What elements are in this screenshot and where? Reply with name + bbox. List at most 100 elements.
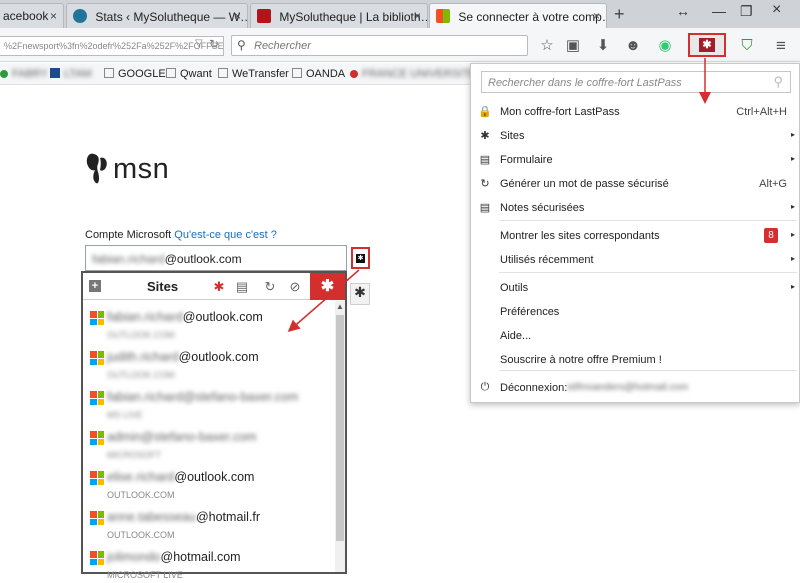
lastpass-menu-item[interactable]: ▤ Notes sécurisées ▸ (471, 198, 800, 220)
never-tab-icon[interactable]: ⊘ (286, 278, 304, 296)
tab-stats[interactable]: Stats ‹ MySolutheque — W… × (66, 3, 248, 28)
hamburger-menu-icon[interactable]: ≡ (771, 36, 791, 56)
close-tab-icon[interactable]: × (593, 9, 600, 23)
lastpass-vault-search-input[interactable]: Rechercher dans le coffre-fort LastPass … (481, 71, 791, 93)
submenu-arrow-icon: ▸ (790, 230, 795, 239)
grammarly-icon[interactable]: ◉ (655, 36, 675, 56)
site-list-item[interactable]: anne.tabesseau@hotmail.fr OUTLOOK.COM (83, 503, 333, 543)
search-placeholder: Rechercher (254, 40, 311, 52)
close-window-button[interactable]: × (772, 1, 781, 19)
reload-icon[interactable]: ↻ (209, 37, 219, 51)
account-email-field[interactable]: fabian.richard@outlook.com (85, 245, 347, 271)
lastpass-menu-item[interactable]: ✱ Sites ▸ (471, 126, 800, 148)
lastpass-menu-item[interactable]: ▤ Formulaire ▸ (471, 150, 800, 172)
lastpass-menu-item[interactable]: Préférences (471, 302, 800, 324)
lastpass-icon: ✱ (699, 38, 715, 52)
site-list-item[interactable]: elise.richard@outlook.com OUTLOOK.COM (83, 463, 333, 503)
menu-item-label: Utilisés récemment (500, 254, 594, 266)
scrollbar-thumb[interactable] (336, 315, 344, 541)
lastpass-toolbar-button[interactable]: ✱ (688, 33, 726, 57)
lastpass-sites-panel: + Sites ✱ ▤ ↻ ⊘ ✱ ▲ fabian.richard@outlo… (81, 271, 347, 580)
site-username: fabian.richard@stefano-baxer.com (107, 390, 299, 404)
bookmark-item[interactable]: WeTransfer (218, 68, 289, 80)
bookmark-item[interactable]: GOOGLE (104, 68, 166, 80)
new-tab-button[interactable]: + (614, 4, 625, 25)
site-list-item[interactable]: judith.richard@outlook.com OUTLOOK.COM (83, 343, 333, 383)
menu-item-label: Montrer les sites correspondants (500, 230, 660, 242)
site-list-item[interactable]: fabian.richard@stefano-baxer.com MS LIVE (83, 383, 333, 423)
bookmark-item[interactable]: OANDA (292, 68, 345, 80)
submenu-arrow-icon: ▸ (790, 130, 795, 139)
reading-list-icon[interactable]: ▣ (563, 36, 583, 56)
lastpass-menu-item[interactable]: Utilisés récemment ▸ (471, 250, 800, 272)
download-icon[interactable]: ⬇ (593, 36, 613, 56)
site-list-item[interactable]: jolimondo@hotmail.com MICROSOFT LIVE (83, 543, 333, 583)
submenu-arrow-icon: ▸ (790, 202, 795, 211)
maximize-button[interactable]: ❐ (740, 3, 753, 20)
menu-item-label: Formulaire (500, 154, 553, 166)
lastpass-menu-item[interactable]: Souscrire à notre offre Premium ! (471, 350, 800, 372)
add-site-button[interactable]: + (89, 280, 101, 292)
msn-logo-text: msn (113, 153, 170, 185)
lock-icon: 🔒 (478, 106, 492, 118)
logged-in-email: stifmoanders@hotmail.com (567, 382, 689, 393)
menu-separator (499, 220, 797, 221)
tab-label: Se connecter à votre comp… (458, 10, 607, 24)
vault-search-placeholder: Rechercher dans le coffre-fort LastPass (488, 77, 682, 89)
tab-microsoft-login[interactable]: Se connecter à votre comp… × (429, 3, 607, 28)
close-tab-icon[interactable]: × (50, 9, 57, 23)
shield-icon[interactable]: ⛉ (737, 36, 757, 56)
site-name: MS LIVE (107, 410, 143, 420)
menu-separator (499, 272, 797, 273)
microsoft-icon (90, 311, 104, 325)
close-tab-icon[interactable]: × (234, 9, 241, 23)
url-bar[interactable]: %2Fnewsport%3fn%2odefr%252Fa%252F%2FOFFS… (0, 36, 224, 56)
microsoft-icon (90, 351, 104, 365)
menu-item-label: Générer un mot de passe sécurisé (500, 178, 669, 190)
bookmark-item[interactable]: Qwant (166, 68, 212, 80)
search-input[interactable]: ⚲ Rechercher (231, 35, 528, 56)
scroll-up-icon[interactable]: ▲ (336, 302, 344, 311)
generate-password-icon: ↻ (480, 178, 490, 190)
site-name: OUTLOOK.COM (107, 370, 175, 380)
bookmark-item[interactable]: LTAM (50, 68, 92, 80)
bookmark-item[interactable]: FABRY (0, 68, 48, 80)
tab-facebook[interactable]: acebook × (0, 3, 64, 28)
lastpass-menu-item[interactable]: Outils ▸ (471, 278, 800, 300)
lastpass-menu-item[interactable]: ↻ Générer un mot de passe sécurisé Alt+G (471, 174, 800, 196)
microsoft-icon (90, 471, 104, 485)
whats-this-link[interactable]: Qu'est-ce que c'est ? (174, 229, 277, 241)
microsoft-icon (90, 551, 104, 565)
form-fill-tab-icon[interactable]: ▤ (233, 278, 251, 296)
bookmark-item[interactable]: FRANCE UNIVERSITE (350, 68, 476, 80)
minimize-button[interactable]: — (712, 3, 726, 19)
close-tab-icon[interactable]: × (414, 9, 421, 23)
menu-item-label: Mon coffre-fort LastPass (500, 106, 620, 118)
account-value-blurred: fabian.richard (92, 252, 165, 266)
site-name: MICROSOFT LIVE (107, 570, 183, 580)
lastpass-field-icon[interactable]: ✱ (351, 247, 370, 269)
generate-password-tab-icon[interactable]: ↻ (261, 278, 279, 296)
lastpass-menu-item[interactable]: 🔒 Mon coffre-fort LastPass Ctrl+Alt+H (471, 102, 800, 124)
tab-mysolutheque[interactable]: MySolutheque | La biblioth… × (250, 3, 428, 28)
restore-size-icon[interactable]: ↔ (676, 3, 690, 19)
tab-strip: acebook × Stats ‹ MySolutheque — W… × My… (0, 0, 800, 28)
lastpass-menu-item[interactable]: ⏻ Déconnexion: stifmoanders@hotmail.com (471, 378, 800, 400)
lastpass-menu-item[interactable]: Montrer les sites correspondants 8 ▸ (471, 226, 800, 248)
url-dropdown-icon[interactable]: ▽ (195, 38, 203, 49)
site-list-item[interactable]: fabian.richard@outlook.com OUTLOOK.COM (83, 303, 333, 343)
site-name: OUTLOOK.COM (107, 530, 175, 540)
chat-icon[interactable]: ☻ (623, 36, 643, 56)
lastpass-fill-button[interactable]: ✱ (350, 283, 370, 305)
lastpass-active-tab[interactable]: ✱ (310, 273, 345, 300)
site-list-item[interactable]: admin@stefano-baxer.com MICROSOFT (83, 423, 333, 463)
sites-tab-icon[interactable]: ✱ (210, 278, 228, 296)
count-badge: 8 (764, 228, 778, 243)
bookmark-star-icon[interactable]: ☆ (537, 36, 557, 56)
sites-scrollbar[interactable]: ▲ (335, 301, 345, 572)
microsoft-icon (90, 431, 104, 445)
site-username: anne.tabesseau@hotmail.fr (107, 510, 261, 524)
lastpass-menu-item[interactable]: Aide... (471, 326, 800, 348)
site-username: jolimondo@hotmail.com (107, 550, 241, 564)
search-icon: ⚲ (773, 74, 783, 89)
